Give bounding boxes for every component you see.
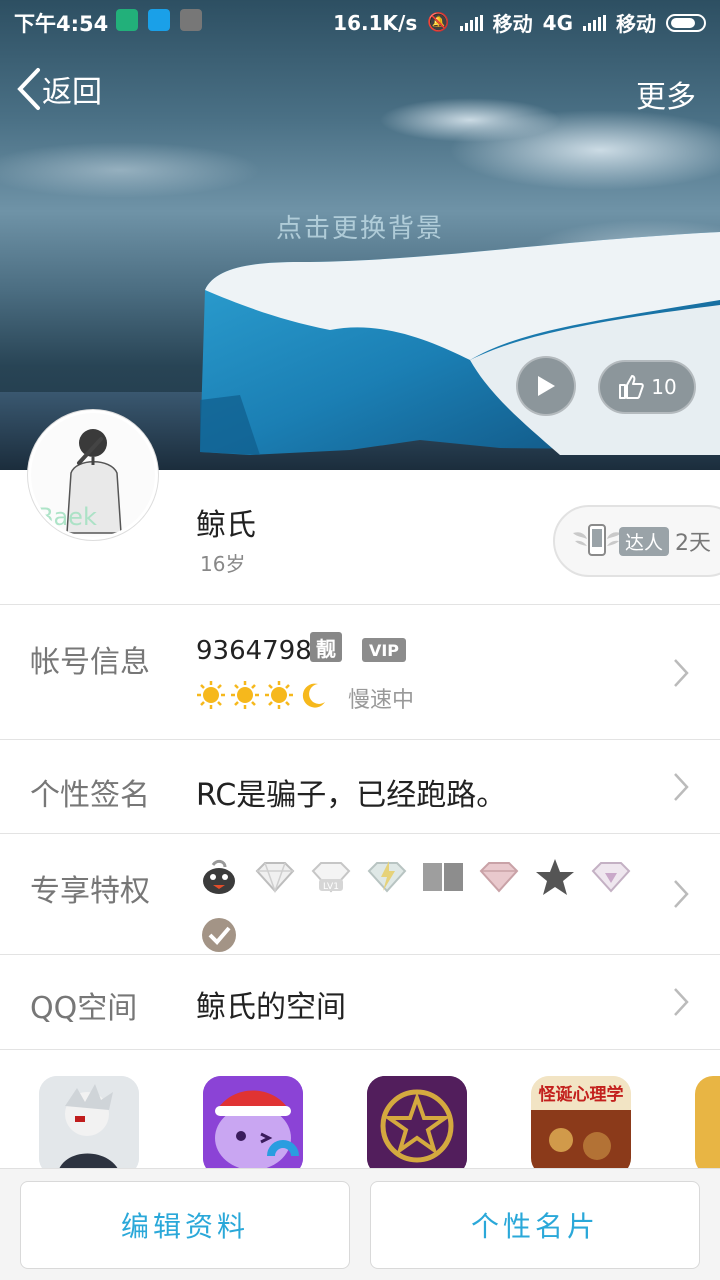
edit-profile-button[interactable]: 编辑资料 bbox=[20, 1181, 350, 1269]
white-diamond-icon[interactable] bbox=[252, 854, 298, 900]
chevron-right-icon bbox=[674, 880, 689, 908]
bottom-action-bar: 编辑资料 个性名片 bbox=[0, 1168, 720, 1280]
pink-diamond-icon[interactable] bbox=[476, 854, 522, 900]
qq-level bbox=[196, 680, 328, 710]
play-button[interactable] bbox=[516, 356, 576, 416]
app-book-title: 怪诞心理学 bbox=[538, 1085, 624, 1105]
carrier-2: 移动 bbox=[616, 12, 656, 36]
divider bbox=[0, 1049, 720, 1050]
profile-page: 下午4:54 16.1K/s 🔕 移动 4G 移动 返回 更多 点击更换背景 1… bbox=[0, 0, 720, 1280]
sun-icon bbox=[197, 681, 225, 709]
lv1-diamond-icon[interactable]: LV1 bbox=[308, 854, 354, 900]
privileges-label: 专享特权 bbox=[30, 874, 150, 909]
check-badge-icon[interactable] bbox=[196, 912, 242, 958]
app-anime-avatar[interactable] bbox=[39, 1076, 139, 1176]
qq-penguin-icon[interactable] bbox=[196, 854, 242, 900]
vip-tag: VIP bbox=[362, 638, 406, 662]
back-label: 返回 bbox=[42, 75, 102, 110]
winged-phone-icon bbox=[573, 524, 621, 556]
app-strip: 怪诞心理学 bbox=[0, 1076, 720, 1176]
purple-diamond-icon[interactable] bbox=[588, 854, 634, 900]
privilege-icons: LV1 bbox=[196, 854, 666, 958]
status-right: 16.1K/s 🔕 移动 4G 移动 bbox=[333, 8, 706, 37]
signature-text: RC是骗子，已经跑路。 bbox=[196, 778, 507, 813]
thumbs-up-icon bbox=[619, 375, 645, 399]
speed-status: 慢速中 bbox=[348, 688, 415, 713]
qzone-row[interactable]: QQ空间 bbox=[0, 955, 720, 1049]
signal-icon bbox=[459, 14, 483, 31]
expert-days: 2天 bbox=[675, 531, 712, 556]
account-info-row[interactable]: 帐号信息 bbox=[0, 605, 720, 739]
sun-icon bbox=[265, 681, 293, 709]
carrier-1: 移动 bbox=[492, 12, 533, 36]
profile-age: 16岁 bbox=[200, 552, 246, 576]
book-icon[interactable] bbox=[420, 854, 466, 900]
star-icon[interactable] bbox=[532, 854, 578, 900]
status-bar: 下午4:54 16.1K/s 🔕 移动 4G 移动 bbox=[0, 0, 720, 40]
signature-label: 个性签名 bbox=[30, 778, 150, 813]
app-partial[interactable] bbox=[695, 1076, 720, 1176]
moon-icon bbox=[302, 683, 325, 708]
security-app-icon bbox=[116, 9, 138, 31]
chevron-right-icon bbox=[674, 773, 689, 801]
scissors-app-icon bbox=[180, 9, 202, 31]
expert-tag: 达人 bbox=[619, 526, 670, 556]
expert-badge[interactable]: 达人 2天 bbox=[553, 505, 720, 577]
back-button[interactable]: 返回 bbox=[14, 66, 102, 112]
like-button[interactable]: 10 bbox=[598, 360, 696, 414]
chevron-right-icon bbox=[674, 988, 689, 1016]
mute-icon: 🔕 bbox=[427, 12, 450, 33]
battery-icon bbox=[666, 13, 706, 32]
svg-text:LV1: LV1 bbox=[323, 882, 339, 892]
network-type: 4G bbox=[542, 10, 573, 35]
app-star-badge[interactable] bbox=[367, 1076, 467, 1176]
liang-tag: 靓 bbox=[310, 632, 342, 662]
business-card-button[interactable]: 个性名片 bbox=[370, 1181, 700, 1269]
app-game-cat[interactable] bbox=[203, 1076, 303, 1176]
sun-icon bbox=[231, 681, 259, 709]
account-number: 93647987 bbox=[196, 636, 329, 666]
signal-icon-2 bbox=[583, 14, 606, 31]
cleaner-app-icon bbox=[148, 9, 170, 31]
more-button[interactable]: 更多 bbox=[636, 72, 696, 116]
change-background-hint[interactable]: 点击更换背景 bbox=[0, 208, 720, 245]
chevron-left-icon bbox=[17, 68, 40, 110]
chevron-right-icon bbox=[674, 659, 689, 687]
play-icon bbox=[538, 376, 555, 396]
profile-name: 鲸氏 bbox=[196, 508, 256, 543]
qzone-label: QQ空间 bbox=[30, 991, 138, 1026]
qzone-text: 鲸氏的空间 bbox=[196, 990, 346, 1025]
like-count: 10 bbox=[651, 375, 677, 399]
avatar-image: Baek bbox=[31, 413, 155, 537]
app-book-psychology[interactable]: 怪诞心理学 bbox=[531, 1076, 631, 1176]
lightning-diamond-icon[interactable] bbox=[364, 854, 410, 900]
status-time: 下午4:54 bbox=[14, 12, 109, 36]
svg-text:Baek: Baek bbox=[37, 503, 97, 531]
account-info-label: 帐号信息 bbox=[30, 645, 150, 680]
network-speed: 16.1K/s bbox=[333, 10, 418, 35]
avatar[interactable]: Baek bbox=[28, 410, 158, 540]
